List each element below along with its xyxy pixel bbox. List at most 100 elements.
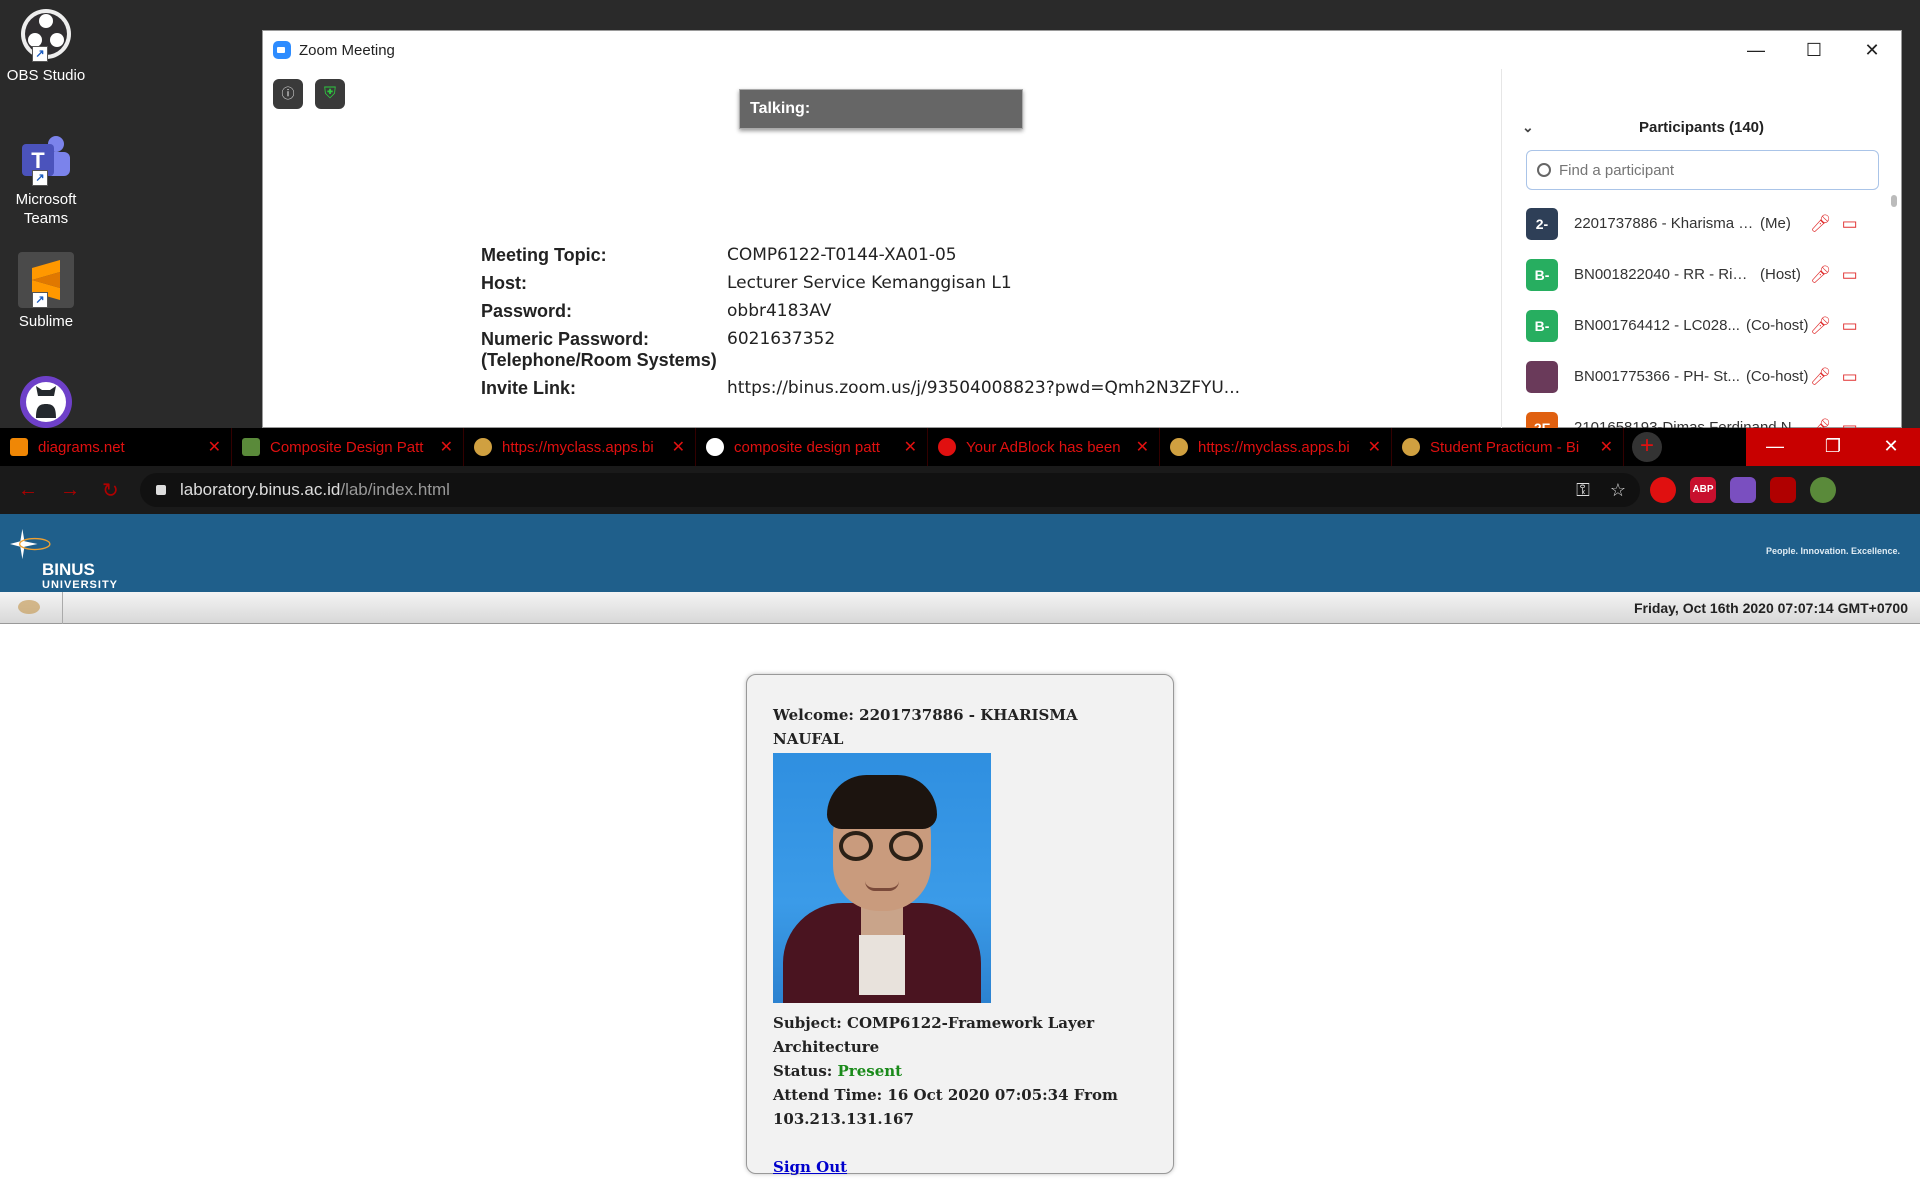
desktop-icon-teams[interactable]: T ↗ Microsoft Teams <box>4 130 88 228</box>
tab-student-practicum[interactable]: Student Practicum - Bi ✕ <box>1392 428 1624 466</box>
avatar: B- <box>1526 309 1558 342</box>
sign-out-link[interactable]: Sign Out <box>773 1155 847 1179</box>
restore-icon[interactable]: ❐ <box>1804 428 1862 466</box>
divider <box>62 592 63 624</box>
extension-icon[interactable] <box>1730 477 1756 503</box>
mic-muted-icon[interactable]: 🎤︎ <box>1810 316 1832 336</box>
desktop-icon-label: Sublime <box>18 313 74 330</box>
avatar[interactable] <box>1810 477 1836 503</box>
minimize-icon[interactable]: — <box>1727 31 1785 69</box>
adblock-icon <box>938 438 956 456</box>
welcome-text: Welcome: 2201737886 - KHARISMA NAUFAL <box>773 706 1078 748</box>
back-icon[interactable]: ← <box>18 479 42 502</box>
talking-indicator: Talking: <box>739 89 1023 129</box>
password-value: obbr4183AV <box>727 301 832 321</box>
participant-role: (Co-host) <box>1745 368 1809 385</box>
avatar: B- <box>1526 258 1558 291</box>
close-icon[interactable]: ✕ <box>440 437 453 457</box>
invite-link-value[interactable]: https://binus.zoom.us/j/93504008823?pwd=… <box>727 378 1240 396</box>
shield-icon[interactable]: ⛨ <box>315 79 345 109</box>
desktop-icon-github[interactable] <box>4 374 88 434</box>
close-icon[interactable]: ✕ <box>1136 437 1149 457</box>
puzzle-icon[interactable] <box>1770 477 1796 503</box>
participant-row[interactable]: B- BN001764412 - LC028... (Co-host) 🎤︎ ▭ <box>1502 300 1901 351</box>
zoom-window: Zoom Meeting — ☐ ✕ ⓘ ⛨ Talking: Meeting … <box>262 30 1902 444</box>
url-field[interactable]: laboratory.binus.ac.id/lab/index.html ⚿ … <box>140 473 1640 507</box>
mic-muted-icon[interactable]: 🎤︎ <box>1810 367 1832 387</box>
binus-icon <box>474 438 492 456</box>
key-icon[interactable]: ⚿ <box>1576 480 1590 501</box>
browser-tabbar: diagrams.net ✕ Composite Design Patt ✕ h… <box>0 428 1920 466</box>
participants-title: Participants (140) <box>1638 119 1765 136</box>
tab-title: https://myclass.apps.bi <box>1198 438 1350 456</box>
desktop-icon-obs[interactable]: ↗ OBS Studio <box>4 6 88 85</box>
tab-composite[interactable]: Composite Design Patt ✕ <box>232 428 464 466</box>
video-off-icon[interactable]: ▭ <box>1842 367 1858 387</box>
close-icon[interactable]: ✕ <box>1843 31 1901 69</box>
tab-adblock[interactable]: Your AdBlock has been ✕ <box>928 428 1160 466</box>
status-label: Status: <box>773 1062 838 1080</box>
maximize-icon[interactable]: ☐ <box>1785 31 1843 69</box>
tab-diagrams[interactable]: diagrams.net ✕ <box>0 428 232 466</box>
close-icon[interactable]: ✕ <box>904 437 917 457</box>
tab-google[interactable]: composite design patt ✕ <box>696 428 928 466</box>
close-icon[interactable]: ✕ <box>208 437 221 457</box>
reload-icon[interactable]: ↻ <box>102 478 126 503</box>
binus-header: BINUS UNIVERSITY People. Innovation. Exc… <box>0 514 1920 592</box>
close-icon[interactable]: ✕ <box>672 437 685 457</box>
home-icon[interactable] <box>18 600 40 614</box>
page-content: BINUS UNIVERSITY People. Innovation. Exc… <box>0 514 1920 1192</box>
url-path: /lab/index.html <box>340 480 450 499</box>
participants-panel: ⌄ Participants (140) 2- 2201737886 - Kha… <box>1501 69 1901 444</box>
tab-myclass[interactable]: https://myclass.apps.bi ✕ <box>464 428 696 466</box>
participants-header: ⌄ Participants (140) <box>1502 119 1901 136</box>
star-icon[interactable]: ☆ <box>1610 480 1626 501</box>
participant-row[interactable]: 2- 2201737886 - Kharisma Na... (Me) 🎤︎ ▭ <box>1502 198 1901 249</box>
abp-extension-icon[interactable]: ABP <box>1690 477 1716 503</box>
password-row: Password: obbr4183AV <box>481 301 1240 322</box>
browser-window-controls: — ❐ ✕ <box>1746 428 1920 466</box>
tab-favicon-icon <box>242 438 260 456</box>
close-icon[interactable]: ✕ <box>1600 437 1613 457</box>
adblock-extension-icon[interactable] <box>1650 477 1676 503</box>
minimize-icon[interactable]: — <box>1746 428 1804 466</box>
teams-icon: T ↗ <box>18 130 74 186</box>
host-label: Host: <box>481 273 527 293</box>
participant-search[interactable] <box>1526 150 1879 190</box>
video-off-icon[interactable]: ▭ <box>1842 214 1858 234</box>
participant-search-input[interactable] <box>1559 161 1859 179</box>
forward-icon[interactable]: → <box>60 479 84 502</box>
extensions: ABP <box>1650 477 1836 503</box>
close-icon[interactable]: ✕ <box>1368 437 1381 457</box>
desktop-icon-sublime[interactable]: ↗ Sublime <box>4 252 88 331</box>
tab-title: composite design patt <box>734 438 880 456</box>
numeric-password-row: Numeric Password: (Telephone/Room System… <box>481 329 1240 371</box>
meeting-topic-value: COMP6122-T0144-XA01-05 <box>727 245 957 265</box>
date-bar: Friday, Oct 16th 2020 07:07:14 GMT+0700 <box>0 592 1920 624</box>
address-bar: ← → ↻ laboratory.binus.ac.id/lab/index.h… <box>0 466 1920 514</box>
zoom-titlebar: Zoom Meeting <box>263 31 1901 69</box>
participant-row[interactable]: BN001775366 - PH- St... (Co-host) 🎤︎ ▭ <box>1502 351 1901 402</box>
zoom-logo-icon <box>273 41 291 59</box>
new-tab-button[interactable]: + <box>1632 432 1662 462</box>
chevron-down-icon[interactable]: ⌄ <box>1522 119 1534 136</box>
video-off-icon[interactable]: ▭ <box>1842 316 1858 336</box>
host-value: Lecturer Service Kemanggisan L1 <box>727 273 1012 293</box>
logo-subtitle: UNIVERSITY <box>42 579 119 591</box>
tab-title: https://myclass.apps.bi <box>502 438 654 456</box>
tab-myclass-2[interactable]: https://myclass.apps.bi ✕ <box>1160 428 1392 466</box>
tab-title: Your AdBlock has been <box>966 438 1121 456</box>
mic-muted-icon[interactable]: 🎤︎ <box>1810 265 1832 285</box>
video-off-icon[interactable]: ▭ <box>1842 265 1858 285</box>
info-icon[interactable]: ⓘ <box>273 79 303 109</box>
participant-row[interactable]: B- BN001822040 - RR - Rich... (Host) 🎤︎ ▭ <box>1502 249 1901 300</box>
scrollbar[interactable] <box>1891 195 1897 207</box>
invite-link-label: Invite Link: <box>481 378 577 396</box>
meeting-topic-row: Meeting Topic: COMP6122-T0144-XA01-05 <box>481 245 1240 266</box>
mic-muted-icon[interactable]: 🎤︎ <box>1810 214 1832 234</box>
close-icon[interactable]: ✕ <box>1862 428 1920 466</box>
url-host: laboratory.binus.ac.id <box>180 480 341 499</box>
attend-time-text: Attend Time: 16 Oct 2020 07:05:34 From 1… <box>773 1086 1118 1128</box>
zoom-title: Zoom Meeting <box>299 41 395 59</box>
diagrams-icon <box>10 438 28 456</box>
